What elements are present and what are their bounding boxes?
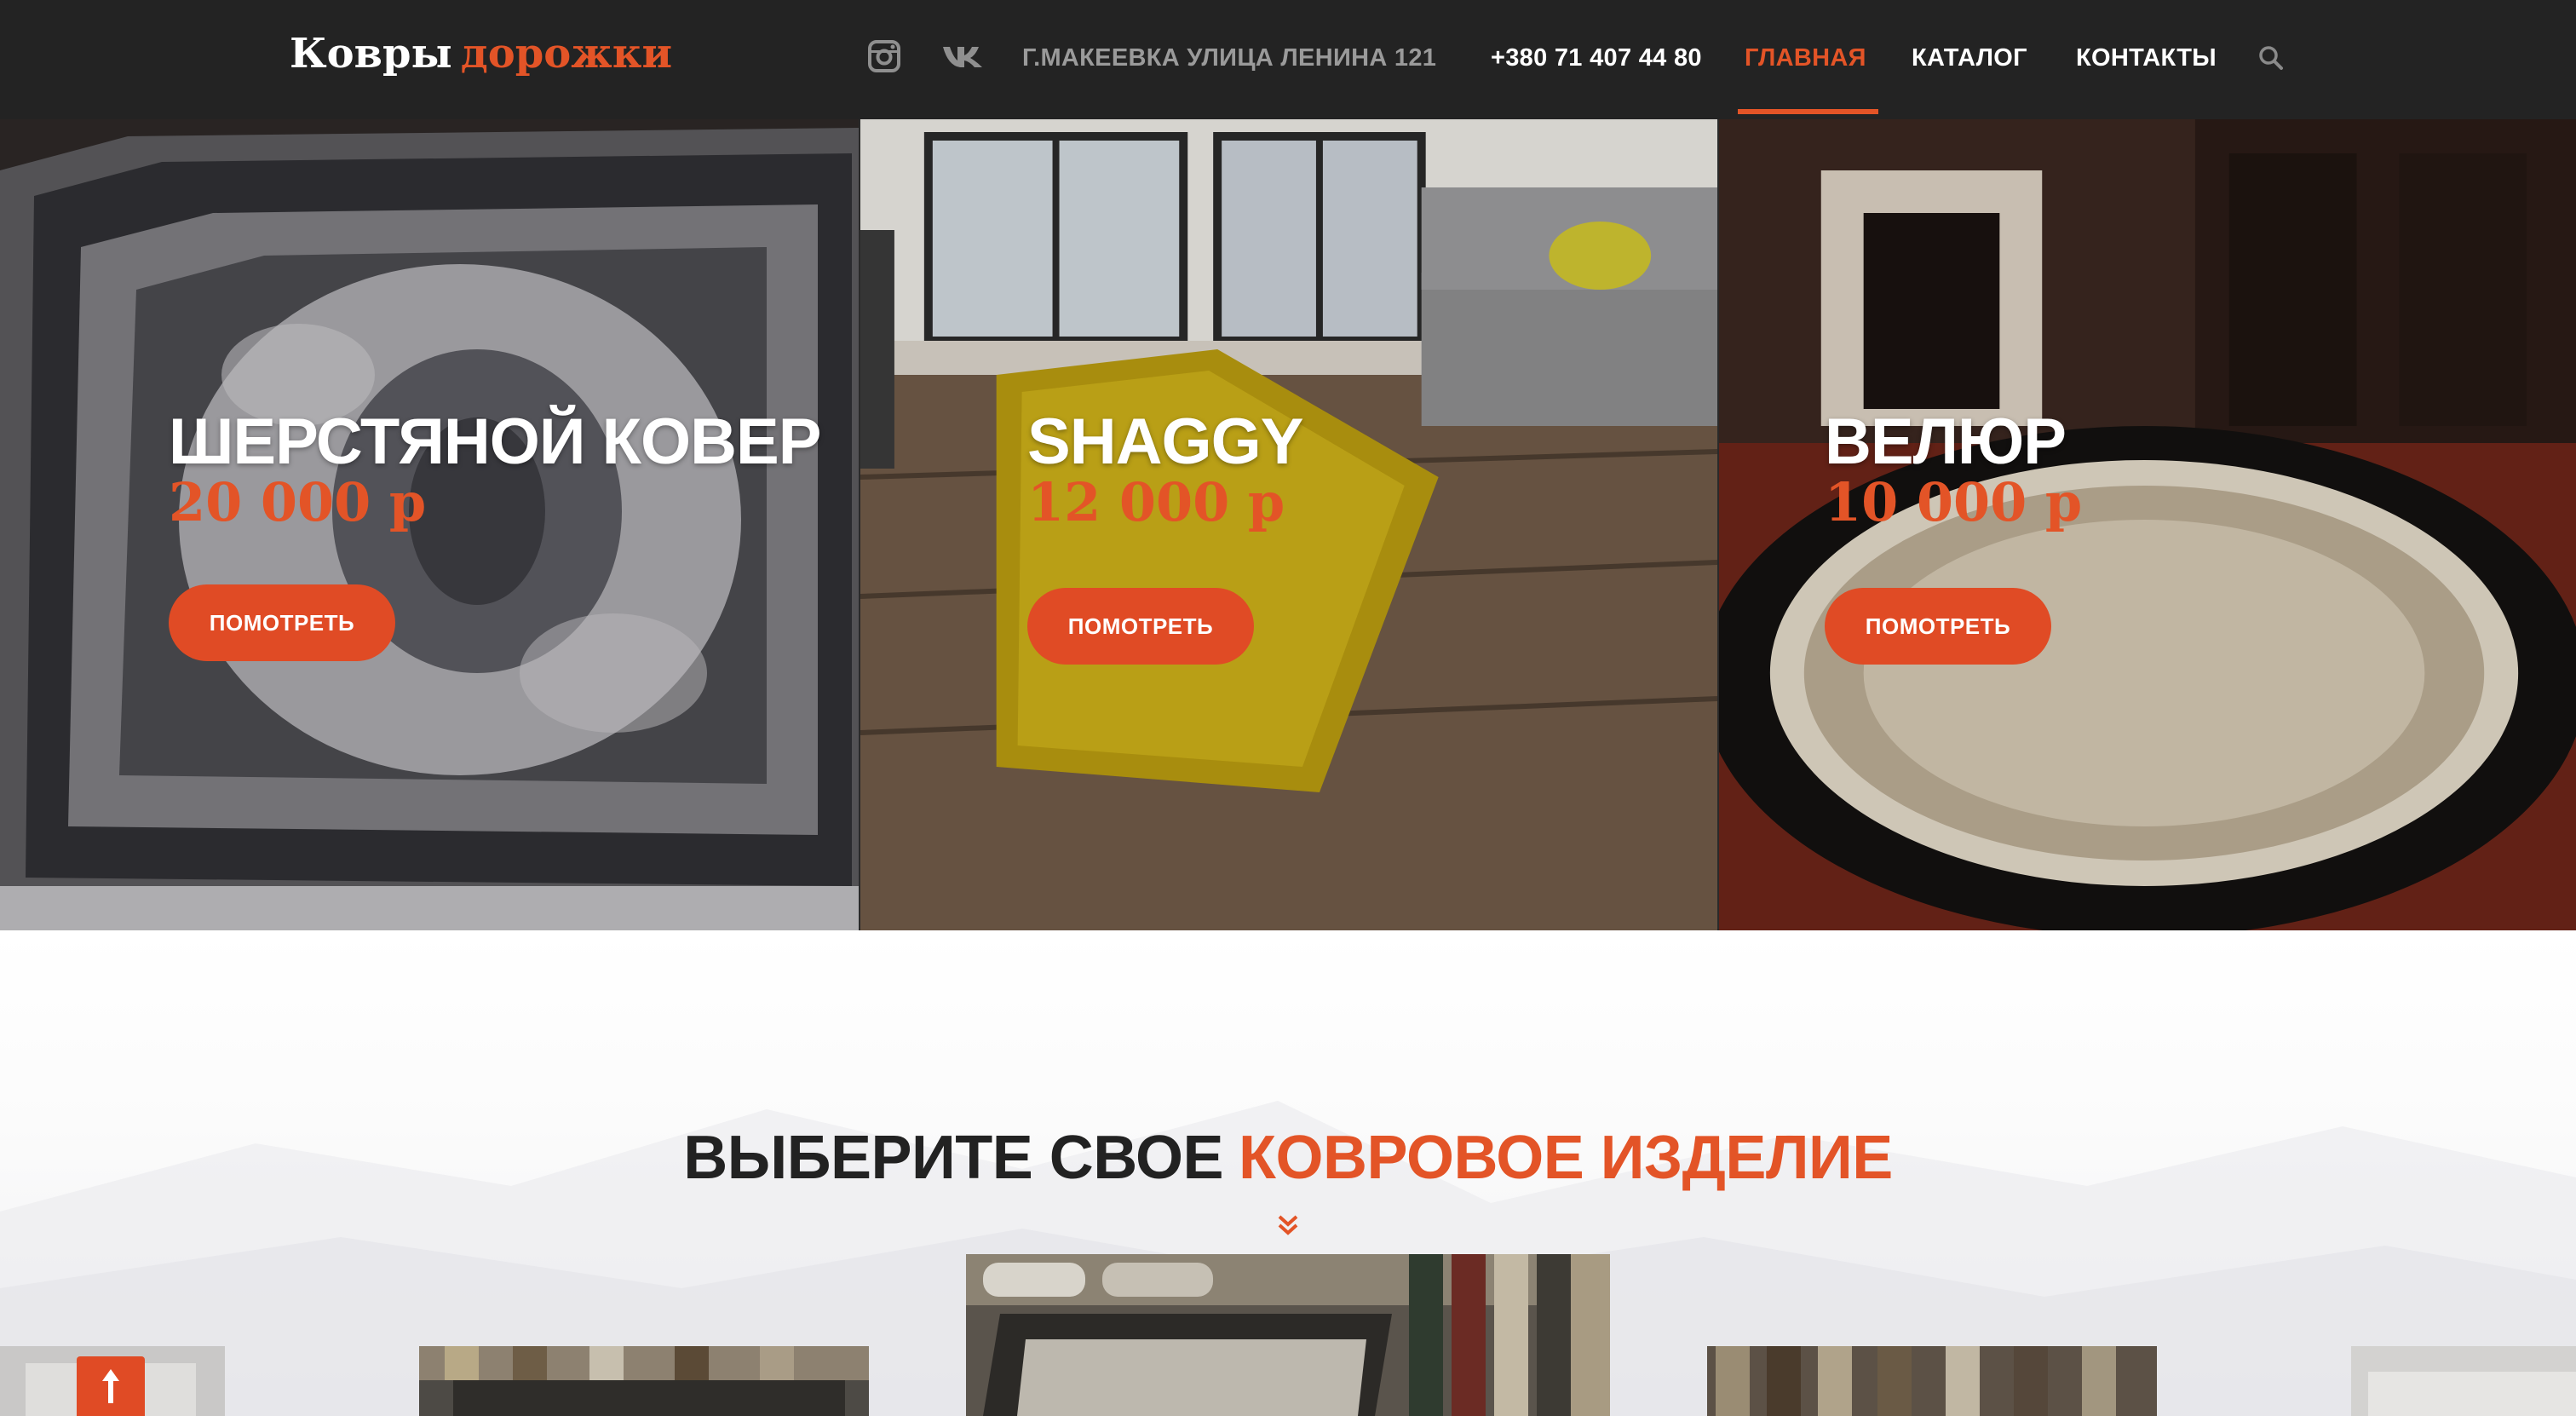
logo-word-1: Ковры bbox=[290, 30, 452, 78]
view-velour-button[interactable]: ПОМОТРЕТЬ bbox=[1825, 588, 2051, 665]
hero-price: 10 000 р bbox=[1825, 471, 2083, 533]
product-section: ВЫБЕРИТЕ СВОЕ КОВРОВОЕ ИЗДЕЛИЕ bbox=[0, 930, 2576, 1416]
carousel-thumb-3[interactable] bbox=[1707, 1346, 2157, 1416]
nav-item-catalog[interactable]: КАТАЛОГ bbox=[1912, 41, 2027, 75]
arrow-up-icon bbox=[102, 1369, 119, 1403]
vk-icon[interactable] bbox=[940, 37, 985, 75]
section-heading: ВЫБЕРИТЕ СВОЕ КОВРОВОЕ ИЗДЕЛИЕ bbox=[0, 1120, 2576, 1196]
search-icon[interactable] bbox=[2254, 41, 2288, 75]
instagram-icon[interactable] bbox=[865, 37, 903, 75]
site-header: Ковры дорожки Г.МАКЕЕВКА УЛИЦА ЛЕНИНА 121… bbox=[0, 0, 2576, 119]
section-heading-dark: ВЫБЕРИТЕ СВОЕ bbox=[683, 1124, 1224, 1192]
hero-panel-velour[interactable]: ВЕЛЮР 10 000 р ПОМОТРЕТЬ bbox=[1717, 119, 2576, 930]
hero-price: 20 000 р bbox=[169, 471, 427, 533]
panel-shade bbox=[860, 119, 1717, 930]
carousel-thumb-right-edge[interactable] bbox=[2351, 1346, 2576, 1416]
view-shaggy-button[interactable]: ПОМОТРЕТЬ bbox=[1027, 588, 1254, 665]
carousel-thumb-1[interactable] bbox=[419, 1346, 869, 1416]
header-phone-link[interactable]: +380 71 407 44 80 bbox=[1491, 41, 1702, 75]
nav-active-indicator bbox=[1738, 109, 1878, 114]
header-address: Г.МАКЕЕВКА УЛИЦА ЛЕНИНА 121 bbox=[1022, 44, 1437, 72]
hero-panel-shaggy[interactable]: SHAGGY 12 000 р ПОМОТРЕТЬ bbox=[859, 119, 1717, 930]
section-heading-accent: КОВРОВОЕ ИЗДЕЛИЕ bbox=[1239, 1124, 1893, 1192]
panel-shade bbox=[0, 119, 859, 930]
logo-word-2: дорожки bbox=[460, 30, 673, 78]
hero-panel-wool[interactable]: ШЕРСТЯНОЙ КОВЕР 20 000 р ПОМОТРЕТЬ bbox=[0, 119, 859, 930]
site-logo[interactable]: Ковры дорожки bbox=[290, 24, 672, 83]
hero-price: 12 000 р bbox=[1027, 471, 1285, 533]
hero-slider: ШЕРСТЯНОЙ КОВЕР 20 000 р ПОМОТРЕТЬ SHAGG… bbox=[0, 119, 2576, 930]
view-wool-button[interactable]: ПОМОТРЕТЬ bbox=[169, 584, 395, 661]
nav-item-home[interactable]: ГЛАВНАЯ bbox=[1745, 41, 1866, 75]
carousel-thumb-2-active[interactable] bbox=[966, 1254, 1610, 1416]
nav-item-contacts[interactable]: КОНТАКТЫ bbox=[2076, 41, 2217, 75]
scroll-to-top-button[interactable] bbox=[77, 1356, 145, 1416]
double-chevron-down-icon bbox=[1278, 1215, 1298, 1235]
